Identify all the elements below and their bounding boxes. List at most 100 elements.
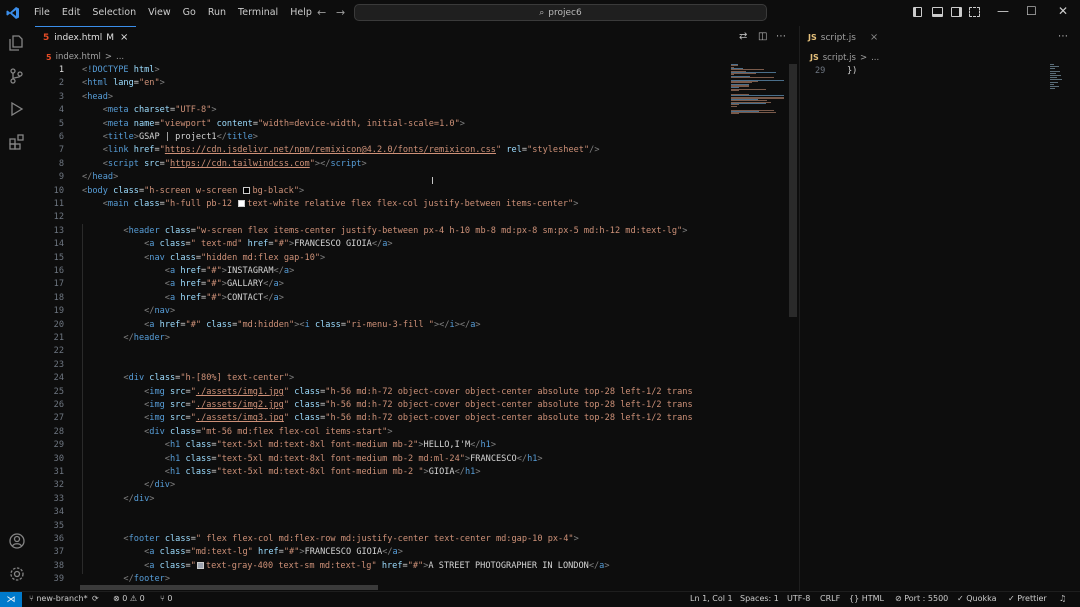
account-icon[interactable] — [8, 532, 25, 549]
menu-go[interactable]: Go — [177, 0, 202, 26]
minimap-line — [1050, 68, 1055, 70]
code-text: <a class=" text-md" href="#">FRANCESCO G… — [144, 239, 393, 250]
code-line: 10 <body class="h-screen w-screen bg-blac… — [33, 185, 723, 198]
more-actions-icon[interactable]: ⋯ — [1058, 31, 1068, 42]
extensions-icon[interactable] — [8, 133, 25, 150]
js-file-icon: JS — [808, 33, 817, 42]
code-line: 8 <script src="https://cdn.tailwindcss.c… — [33, 158, 723, 171]
code-line: 29 <h1 class="text-5xl md:text-8xl font-… — [33, 439, 723, 452]
text-cursor-icon: I — [431, 176, 434, 187]
command-center-search[interactable]: ⌕ projec6 — [354, 4, 767, 21]
code-line: 3 <head> — [33, 91, 723, 104]
line-number: 31 — [53, 467, 64, 477]
breadcrumb-separator: > — [859, 52, 868, 63]
live-server-port[interactable]: ⊘ Port : 5500 — [895, 594, 948, 603]
more-actions-icon[interactable]: ⋯ — [776, 31, 786, 42]
run-debug-icon[interactable] — [8, 100, 25, 117]
forward-arrow-icon[interactable]: → — [336, 6, 345, 19]
code-line: }) — [847, 66, 858, 76]
menu-help[interactable]: Help — [284, 0, 318, 26]
line-number: 29 — [815, 66, 826, 76]
minimap[interactable] — [725, 64, 789, 115]
language-mode[interactable]: {} HTML — [849, 594, 884, 603]
breadcrumb-2: JS script.js > ... — [810, 51, 879, 64]
minimap-line — [1050, 75, 1061, 76]
line-number: 7 — [58, 145, 64, 156]
menu-edit[interactable]: Edit — [56, 0, 86, 26]
quokka-status[interactable]: ✓ Quokka — [957, 594, 997, 603]
menu-view[interactable]: View — [142, 0, 177, 26]
code-line: 28 <div class="mt-56 md:flex flex-col it… — [33, 426, 723, 439]
minimap-line — [1050, 86, 1059, 87]
vertical-scrollbar[interactable] — [789, 64, 797, 317]
code-text: <img src="./assets/img1.jpg" class="h-56… — [144, 386, 693, 397]
customize-layout-icon[interactable] — [969, 7, 980, 17]
code-text: <a href="#">GALLARY</a> — [164, 279, 284, 290]
menu-file[interactable]: File — [28, 0, 56, 26]
tab-label: script.js — [820, 32, 856, 43]
notifications-bell-icon[interactable]: ♫ — [1059, 594, 1066, 603]
code-editor[interactable]: 1 <!DOCTYPE html> 2 <html lang="en"> 3 <head>… — [33, 64, 723, 586]
line-endings[interactable]: CRLF — [820, 594, 840, 603]
horizontal-scrollbar[interactable] — [80, 585, 378, 590]
menu-run[interactable]: Run — [202, 0, 232, 26]
breadcrumb-file[interactable]: index.html — [56, 52, 101, 62]
line-number: 37 — [53, 547, 64, 558]
toggle-panel-icon[interactable] — [932, 7, 943, 17]
minimize-button[interactable]: — — [997, 4, 1009, 18]
code-line: 15 <nav class="hidden md:flex gap-10"> — [33, 252, 723, 265]
code-editor-2[interactable]: 29 }) — [800, 66, 1050, 80]
minimap-line — [1050, 66, 1059, 68]
line-number: 1 — [58, 65, 64, 75]
split-editor-icon[interactable]: ◫ — [758, 31, 767, 42]
remote-indicator-icon[interactable]: ⋊ — [0, 592, 22, 607]
sync-icon[interactable]: ⟳ — [92, 594, 99, 603]
minimap-line — [1050, 70, 1060, 72]
line-number: 17 — [53, 279, 64, 290]
menu-terminal[interactable]: Terminal — [232, 0, 284, 26]
back-arrow-icon[interactable]: ← — [317, 6, 326, 19]
color-swatch-icon[interactable] — [238, 200, 246, 207]
line-number: 12 — [53, 212, 64, 223]
line-number: 13 — [53, 225, 64, 236]
encoding[interactable]: UTF-8 — [787, 594, 810, 603]
indentation[interactable]: Spaces: 1 — [740, 594, 779, 603]
close-button[interactable]: ✕ — [1058, 4, 1068, 18]
tab-index-html[interactable]: 5 index.html M × — [35, 26, 137, 48]
tab-script-js[interactable]: JS script.js × — [800, 26, 887, 48]
toggle-secondary-sidebar-icon[interactable] — [951, 7, 962, 17]
breadcrumb-rest[interactable]: ... — [871, 53, 879, 63]
status-bar: ⋊ ⑂ new-branch* ⟳ ⊗ 0 ⚠ 0 ⑂ 0 Ln 1, Col … — [0, 591, 1080, 607]
close-tab-icon[interactable]: × — [870, 32, 878, 43]
problems-status[interactable]: ⊗ 0 ⚠ 0 — [113, 594, 145, 603]
code-line: 7 <link href="https://cdn.jsdelivr.net/n… — [33, 144, 723, 157]
color-swatch-icon[interactable] — [196, 561, 204, 569]
code-line: 9 </head> — [33, 171, 723, 184]
code-line: 26 <img src="./assets/img2.jpg" class="h… — [33, 399, 723, 412]
ports-status[interactable]: ⑂ 0 — [160, 594, 172, 603]
breadcrumb-separator: > — [104, 52, 113, 62]
source-control-icon[interactable] — [8, 67, 25, 84]
files-icon[interactable] — [8, 34, 25, 51]
compare-icon[interactable]: ⇄ — [739, 31, 747, 42]
code-text: <script src="https://cdn.tailwindcss.com… — [102, 158, 367, 169]
code-line: 14 <a class=" text-md" href="#">FRANCESC… — [33, 238, 723, 251]
close-tab-icon[interactable]: × — [120, 32, 128, 43]
branch-status[interactable]: ⑂ new-branch* — [29, 594, 88, 603]
code-line: 32 </div> — [33, 479, 723, 492]
minimap-2[interactable] — [1048, 64, 1062, 94]
code-line: 27 <img src="./assets/img3.jpg" class="h… — [33, 412, 723, 425]
color-swatch-icon[interactable] — [243, 186, 251, 194]
toggle-primary-sidebar-icon[interactable] — [913, 7, 922, 17]
branch-name: new-branch* — [36, 594, 88, 603]
settings-gear-icon[interactable] — [8, 565, 25, 582]
breadcrumb-rest[interactable]: ... — [116, 52, 124, 62]
maximize-button[interactable]: ☐ — [1026, 4, 1037, 18]
editor-group-2: JS script.js × ⋯ JS script.js > ... 29 }… — [799, 26, 1080, 591]
cursor-position[interactable]: Ln 1, Col 1 — [690, 594, 733, 603]
breadcrumb-file[interactable]: script.js — [823, 53, 856, 63]
line-number: 25 — [53, 386, 64, 397]
prettier-status[interactable]: ✓ Prettier — [1008, 594, 1047, 603]
code-line: 37 <a class="md:text-lg" href="#">FRANCE… — [33, 546, 723, 559]
menu-selection[interactable]: Selection — [86, 0, 142, 26]
